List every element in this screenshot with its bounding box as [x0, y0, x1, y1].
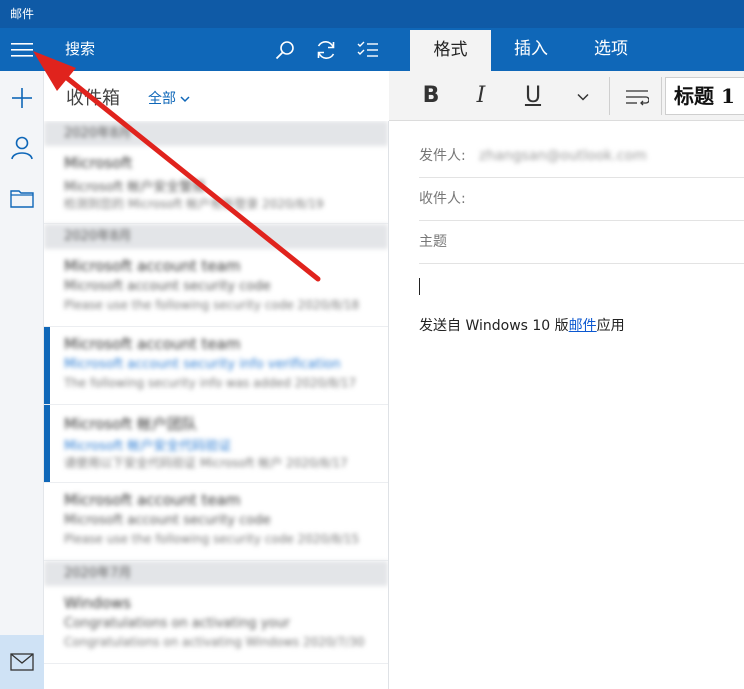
signature-suffix: 应用 — [596, 318, 625, 334]
mail-list-item[interactable]: Microsoft account team Microsoft account … — [44, 483, 388, 561]
text-cursor — [419, 278, 420, 295]
hamburger-icon — [11, 42, 33, 57]
mail-preview: 请使用以下安全代码验证 Microsoft 帐户 2020/8/17 — [64, 456, 348, 470]
mail-button[interactable] — [0, 635, 44, 689]
mail-preview: Congratulations on activating Windows 20… — [64, 635, 365, 649]
mail-list-item[interactable]: Windows Congratulations on activating you… — [44, 586, 388, 664]
ribbon-divider — [609, 77, 610, 115]
mail-sender: Microsoft account team — [64, 491, 241, 509]
mail-subject: Microsoft account security info verifica… — [64, 357, 341, 372]
tab-format[interactable]: 格式 — [410, 30, 491, 71]
mail-preview: 检测到您的 Microsoft 帐户有新登录 2020/8/19 — [64, 197, 324, 211]
tab-insert[interactable]: 插入 — [497, 28, 565, 71]
mail-preview: The following security info was added 20… — [64, 376, 357, 390]
message-body[interactable]: 发送自 Windows 10 版邮件应用 — [419, 315, 625, 335]
signature-link[interactable]: 邮件 — [569, 318, 597, 334]
ribbon-divider — [661, 77, 662, 115]
plus-icon — [12, 88, 32, 108]
paragraph-style-select[interactable]: 标题 1 — [665, 77, 744, 115]
mail-sender: Microsoft account team — [64, 335, 241, 353]
sync-button[interactable] — [314, 38, 338, 62]
underline-button[interactable]: U — [513, 71, 553, 121]
mail-subject: Microsoft 帐户安全代码验证 — [64, 439, 232, 454]
filter-dropdown[interactable]: 全部 — [148, 88, 190, 108]
person-icon — [11, 136, 33, 160]
mail-subject: Microsoft 帐户安全警报 — [64, 180, 206, 195]
mail-subject: Microsoft account security code — [64, 279, 271, 294]
mail-list-item[interactable]: Microsoft account team Microsoft account … — [44, 327, 388, 405]
date-group-header: 2020年8月 — [44, 121, 388, 146]
bold-button[interactable]: B — [411, 71, 451, 121]
sync-icon — [317, 41, 335, 59]
search-button[interactable] — [273, 38, 297, 62]
new-mail-button[interactable] — [0, 76, 44, 120]
mail-preview: Please use the following security code 2… — [64, 298, 360, 312]
nav-rail — [0, 28, 44, 689]
to-label: 收件人: — [419, 191, 466, 207]
from-address: zhangsan@outlook.com — [479, 148, 647, 164]
italic-button[interactable]: I — [461, 71, 501, 121]
select-mode-icon — [357, 41, 378, 57]
unread-indicator — [44, 405, 50, 482]
chevron-down-icon — [577, 93, 589, 101]
mail-list-item[interactable]: Microsoft 帐户团队 Microsoft 帐户安全代码验证请使用以下安全代… — [44, 405, 388, 483]
date-group-header: 2020年7月 — [44, 561, 388, 586]
envelope-icon — [10, 653, 34, 671]
format-ribbon: B I U 标题 1 — [389, 71, 744, 121]
subject-field[interactable]: 主题 — [419, 220, 744, 264]
tab-options[interactable]: 选项 — [577, 28, 645, 71]
signature-prefix: 发送自 Windows 10 版 — [419, 318, 569, 334]
mail-sender: Windows — [64, 594, 131, 612]
folder-icon — [10, 190, 34, 208]
from-field[interactable]: 发件人: zhangsan@outlook.com — [419, 134, 744, 178]
folder-title: 收件箱 — [66, 88, 120, 109]
paragraph-format-button[interactable] — [617, 71, 657, 121]
mail-sender: Microsoft — [64, 154, 133, 172]
unread-indicator — [44, 327, 50, 404]
subject-label: 主题 — [419, 234, 447, 250]
mail-list-item[interactable]: Microsoft account team Microsoft account … — [44, 249, 388, 327]
date-group-header: 2020年8月 — [44, 224, 388, 249]
folders-button[interactable] — [0, 176, 44, 220]
search-icon — [275, 41, 294, 60]
more-format-button[interactable] — [567, 71, 599, 121]
selection-mode-button[interactable] — [356, 38, 380, 62]
mail-subject: Microsoft account security code — [64, 513, 271, 528]
window-title: 邮件 — [0, 0, 744, 28]
to-field[interactable]: 收件人: — [419, 177, 744, 221]
search-box[interactable]: 搜索 — [65, 28, 95, 71]
mail-subject: Congratulations on activating your — [64, 616, 290, 631]
compose-tab-bar: 格式 插入 选项 — [389, 28, 744, 71]
mail-list-item[interactable]: Microsoft Microsoft 帐户安全警报检测到您的 Microsoft… — [44, 146, 388, 224]
inbox-header: 收件箱 全部 — [44, 71, 389, 121]
hamburger-button[interactable] — [0, 28, 44, 71]
paragraph-icon — [626, 89, 650, 105]
mail-sender: Microsoft account team — [64, 257, 241, 275]
mail-preview: Please use the following security code 2… — [64, 532, 360, 546]
message-list: 2020年8月 Microsoft Microsoft 帐户安全警报检测到您的 Mi… — [44, 121, 389, 689]
from-label: 发件人: — [419, 148, 466, 164]
mail-sender: Microsoft 帐户团队 — [64, 415, 198, 433]
filter-label: 全部 — [148, 91, 176, 107]
chevron-down-icon — [180, 96, 190, 103]
list-header: 搜索 — [44, 28, 389, 71]
accounts-button[interactable] — [0, 126, 44, 170]
